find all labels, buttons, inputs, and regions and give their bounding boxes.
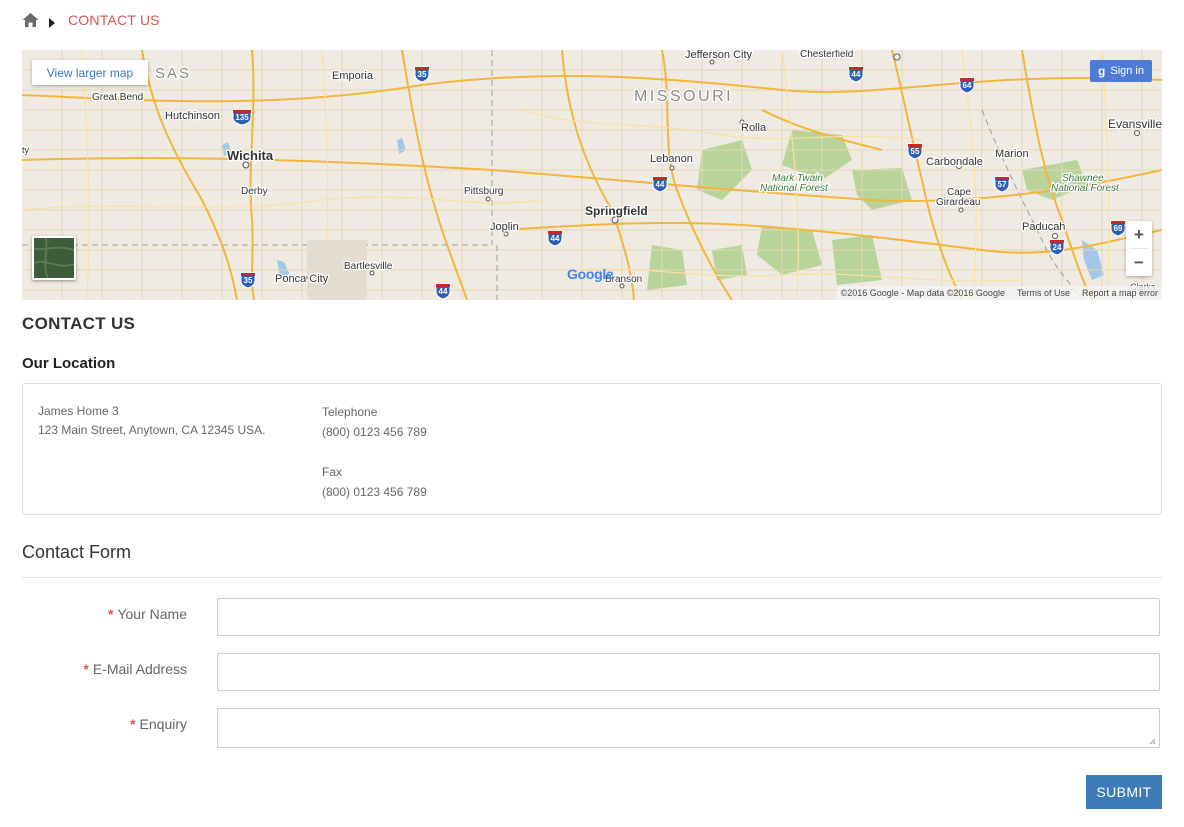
breadcrumb-current[interactable]: CONTACT US [68,12,160,28]
contact-numbers-block: Telephone (800) 0123 456 789 Fax (800) 0… [322,402,427,502]
map-label-city: Carbondale [926,156,983,168]
shield-i44: 44 [551,234,560,243]
shield-i44: 44 [656,180,665,189]
google-logo-text: Google [567,266,614,282]
required-marker: * [108,606,114,622]
terms-of-use-link[interactable]: Terms of Use [1017,288,1070,298]
shield-i24: 24 [1053,243,1062,252]
required-marker: * [130,716,136,732]
map-label-city: Jefferson City [685,50,753,61]
map-label-city: Joplin [490,221,519,233]
shield-i35: 35 [244,276,253,285]
location-map[interactable]: 35 135 44 64 55 44 57 44 69 24 35 44 SAS… [22,50,1162,300]
satellite-view-toggle[interactable] [32,236,76,280]
map-label-city: Chesterfield [800,50,853,60]
map-label-city: Bartlesville [344,261,393,272]
map-label-park: National Forest [760,183,829,194]
location-panel: James Home 3 123 Main Street, Anytown, C… [22,383,1162,515]
shield-i35: 35 [418,70,427,79]
shield-i135: 135 [235,113,249,122]
satellite-preview-icon [33,237,75,279]
location-heading: Our Location [22,355,116,372]
zoom-in-button[interactable]: + [1126,221,1152,248]
caret-right-icon [48,15,56,28]
shield-i44: 44 [439,287,448,296]
map-label-city: ty [22,145,30,155]
store-address: 123 Main Street, Anytown, CA 12345 USA. [38,423,266,437]
submit-button[interactable]: SUBMIT [1086,775,1162,809]
map-label-city: Marion [995,148,1029,160]
email-label: * E-Mail Address [83,661,187,677]
form-divider [22,577,1162,578]
shield-i57: 57 [998,180,1007,189]
sign-in-label: Sign in [1110,65,1144,77]
map-label-state: MISSOURI [634,88,733,105]
map-sign-in-button[interactable]: g Sign in [1090,60,1152,82]
report-map-error-link[interactable]: Report a map error [1082,288,1158,298]
map-attribution: ©2016 Google - Map data ©2016 Google Ter… [836,286,1162,300]
map-label-city: Hutchinson [165,110,220,122]
contact-form-heading: Contact Form [22,542,132,562]
home-icon[interactable] [22,12,39,28]
map-label-city: Wichita [227,148,274,163]
fax-value: (800) 0123 456 789 [322,485,427,499]
required-marker: * [83,661,89,677]
map-label-city: Springfield [585,204,648,218]
shield-i55: 55 [911,147,920,156]
page-title: CONTACT US [22,314,136,333]
map-label-city: Pittsburg [464,186,503,197]
your-name-label: * Your Name [108,606,187,622]
google-plus-icon: g [1098,64,1106,78]
resize-handle-icon[interactable] [1149,738,1156,745]
map-label-state: SAS [155,65,191,82]
enquiry-label: * Enquiry [130,716,187,732]
store-name: James Home 3 [38,404,119,418]
map-label-city: Lebanon [650,153,693,165]
telephone-label: Telephone [322,405,378,419]
zoom-out-button[interactable]: − [1126,249,1152,276]
map-copyright: ©2016 Google - Map data ©2016 Google [840,288,1005,298]
map-label-city: Emporia [332,70,374,82]
map-label-city: Girardeau [936,197,980,208]
your-name-input[interactable] [217,598,1160,636]
map-label-city: Paducah [1022,221,1065,233]
shield-i44: 44 [852,70,861,79]
map-zoom-control: + − [1126,221,1152,276]
view-larger-map-link[interactable]: View larger map [32,60,148,85]
map-label-city: Evansville [1108,117,1162,131]
email-input[interactable] [217,653,1160,691]
shield-i69: 69 [1114,224,1123,233]
fax-label: Fax [322,465,343,479]
map-label-city: Ponca City [275,273,329,285]
google-logo: Google [567,266,614,282]
map-label-park: National Forest [1051,183,1120,194]
map-label-city: Derby [241,186,268,197]
enquiry-textarea[interactable] [217,708,1160,748]
shield-i64: 64 [963,81,972,90]
breadcrumb: CONTACT US [22,10,160,30]
your-name-label-text: Your Name [117,606,187,622]
email-label-text: E-Mail Address [92,661,187,677]
address-block: James Home 3 123 Main Street, Anytown, C… [38,402,265,440]
map-label-city: Great Bend [92,92,143,103]
telephone-value: (800) 0123 456 789 [322,425,427,439]
map-label-city: Rolla [741,122,767,134]
map-canvas[interactable]: 35 135 44 64 55 44 57 44 69 24 35 44 SAS… [22,50,1162,300]
enquiry-label-text: Enquiry [139,716,187,732]
